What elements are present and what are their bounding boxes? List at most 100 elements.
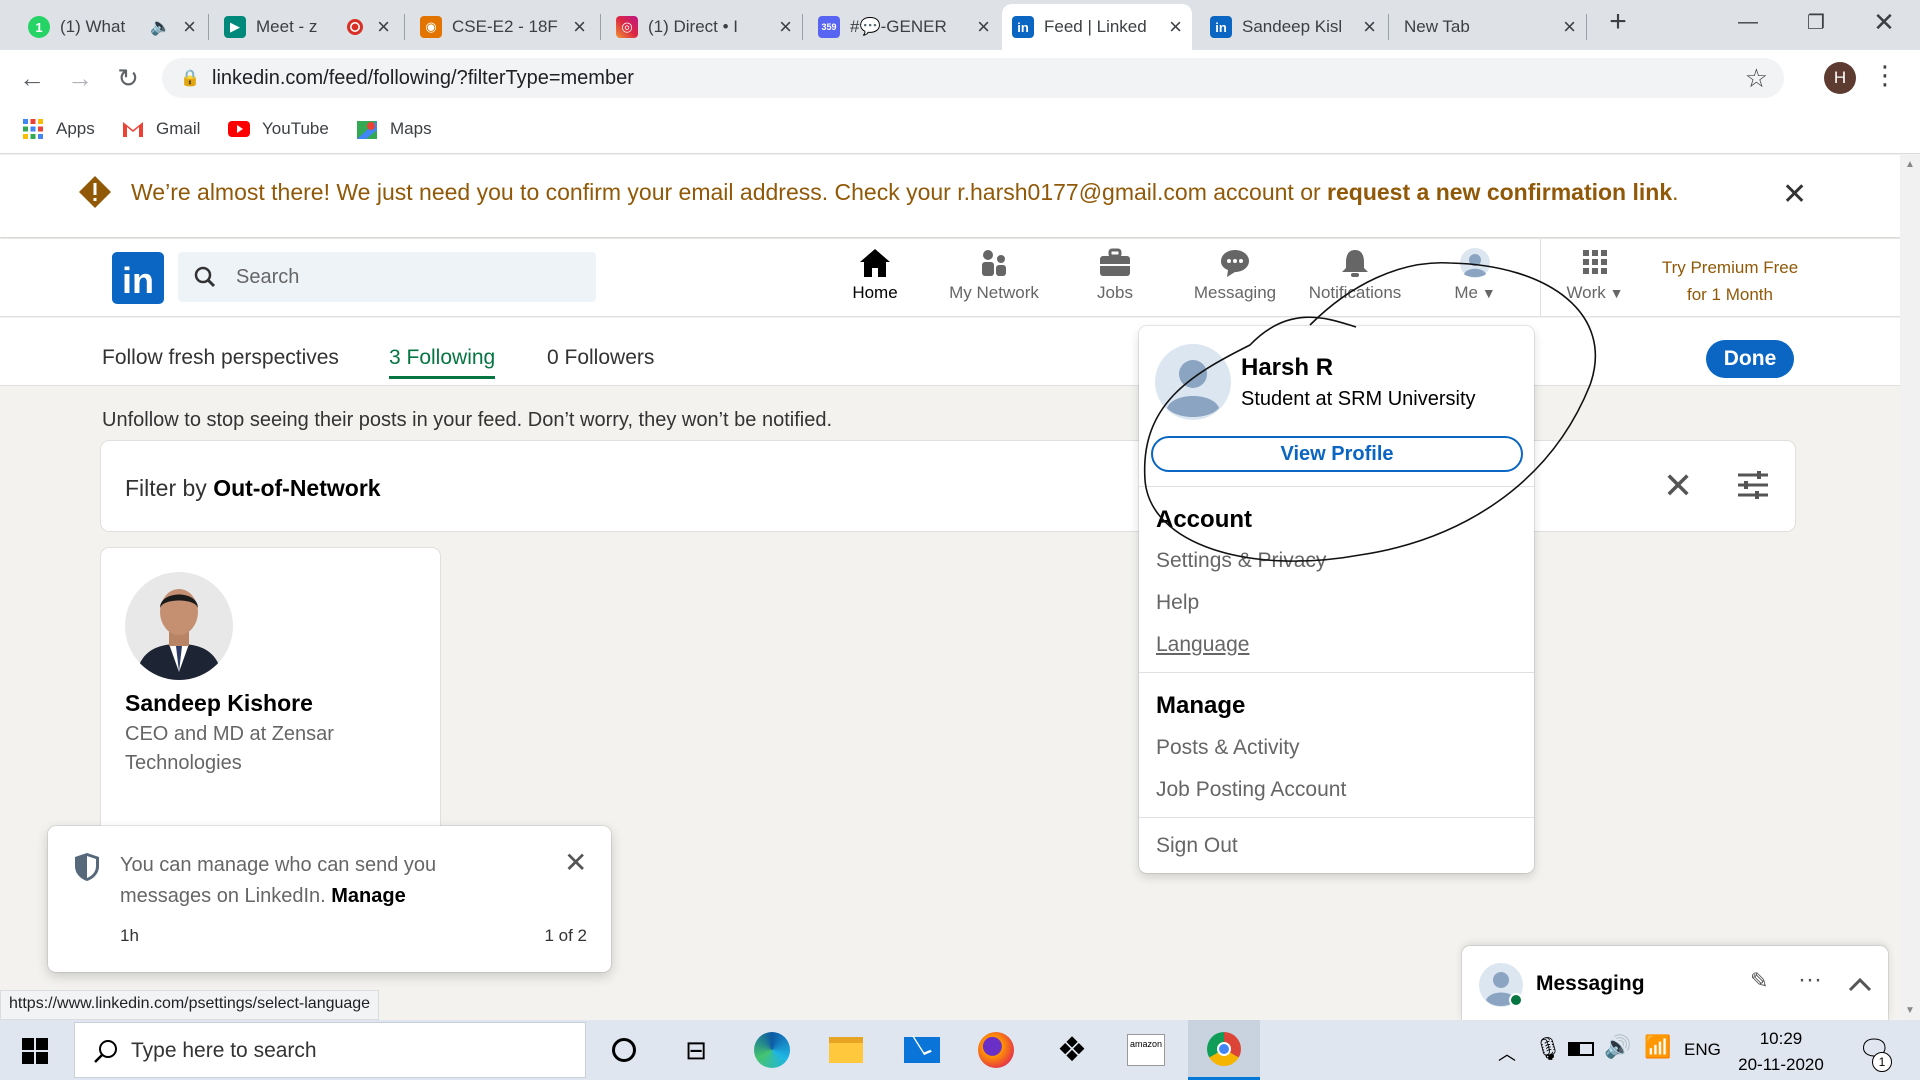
microphone-icon[interactable]: 🎙 — [1534, 1036, 1562, 1062]
bookmark-apps[interactable]: Apps — [22, 118, 95, 140]
close-window-button[interactable]: ✕ — [1854, 0, 1914, 44]
chevron-up-icon[interactable] — [1848, 976, 1872, 992]
manage-link[interactable]: Manage — [331, 885, 405, 907]
menu-help[interactable]: Help — [1156, 591, 1199, 615]
bookmark-gmail[interactable]: Gmail — [122, 118, 200, 140]
dropbox-icon[interactable]: ❖ — [1052, 1030, 1092, 1070]
view-profile-button[interactable]: View Profile — [1151, 436, 1523, 472]
close-tab-icon[interactable]: × — [1363, 14, 1376, 40]
filter-bar: Filter by Out-of-Network ✕ — [101, 441, 1795, 531]
tab-title: Meet - z — [256, 17, 318, 36]
cortana-icon[interactable] — [604, 1030, 644, 1070]
menu-posts-activity[interactable]: Posts & Activity — [1156, 736, 1300, 760]
tab-discord[interactable]: 359 #💬-GENER × — [808, 4, 1000, 50]
tab-classroom[interactable]: ◉ CSE-E2 - 18F × — [410, 4, 596, 50]
bookmark-maps[interactable]: Maps — [356, 118, 432, 140]
close-tab-icon[interactable]: × — [377, 14, 390, 40]
close-tab-icon[interactable]: × — [573, 14, 586, 40]
minimize-button[interactable]: — — [1718, 0, 1778, 44]
taskbar-search-input[interactable]: Type here to search — [74, 1022, 586, 1078]
close-toast-icon[interactable]: ✕ — [564, 846, 587, 879]
close-tab-icon[interactable]: × — [183, 14, 196, 40]
instagram-icon: ◎ — [616, 16, 638, 38]
try-premium-link[interactable]: Try Premium Free for 1 Month — [1650, 254, 1810, 308]
request-confirmation-link[interactable]: request a new confirmation link — [1327, 179, 1672, 205]
browser-menu-icon[interactable]: ⋮ — [1872, 60, 1898, 91]
bookmark-youtube[interactable]: YouTube — [228, 118, 329, 140]
close-tab-icon[interactable]: × — [1563, 14, 1576, 40]
menu-settings-privacy[interactable]: Settings & Privacy — [1156, 549, 1326, 573]
task-view-icon[interactable]: ⊟ — [676, 1030, 716, 1070]
menu-language[interactable]: Language — [1156, 633, 1249, 657]
nav-me[interactable]: Me ▼ — [1420, 247, 1530, 317]
browser-profile-avatar[interactable]: H — [1824, 62, 1856, 94]
volume-icon[interactable]: 🔊 — [1604, 1034, 1631, 1060]
clock[interactable]: 10:29 20-11-2020 — [1726, 1026, 1836, 1078]
nav-my-network[interactable]: My Network — [938, 247, 1050, 317]
tab-followers[interactable]: 0 Followers — [547, 346, 654, 370]
profile-avatar[interactable] — [1155, 344, 1231, 420]
back-arrow-icon[interactable]: ← — [16, 62, 48, 94]
profile-headline: Student at SRM University — [1241, 388, 1476, 410]
wifi-icon[interactable]: 📶 — [1644, 1034, 1671, 1060]
grid-icon — [1583, 250, 1607, 274]
menu-sign-out[interactable]: Sign Out — [1156, 834, 1238, 858]
nav-messaging[interactable]: Messaging — [1180, 247, 1290, 317]
more-options-icon[interactable]: ··· — [1798, 966, 1822, 994]
followed-person-card[interactable]: Sandeep Kishore CEO and MD at Zensar Tec… — [101, 548, 440, 838]
tab-new-tab[interactable]: New Tab × — [1394, 4, 1586, 50]
clear-filter-icon[interactable]: ✕ — [1663, 465, 1693, 507]
notification-count-badge: 1 — [1872, 1052, 1892, 1072]
nav-jobs[interactable]: Jobs — [1060, 247, 1170, 317]
unfollow-hint: Unfollow to stop seeing their posts in y… — [102, 409, 833, 431]
nav-notifications[interactable]: Notifications — [1300, 247, 1410, 317]
menu-job-posting-account[interactable]: Job Posting Account — [1156, 778, 1346, 802]
chevron-up-icon[interactable]: ︿ — [1498, 1040, 1516, 1066]
nav-home[interactable]: Home — [815, 247, 935, 325]
tab-meet[interactable]: ▶ Meet - z × — [214, 4, 400, 50]
done-button[interactable]: Done — [1706, 340, 1794, 378]
tab-linkedin-profile[interactable]: in Sandeep Kisl × — [1200, 4, 1386, 50]
chrome-icon[interactable] — [1188, 1020, 1260, 1080]
toast-pager: 1 of 2 — [544, 926, 587, 945]
firefox-icon[interactable] — [976, 1030, 1016, 1070]
manage-heading: Manage — [1156, 692, 1246, 719]
windows-start-icon[interactable] — [22, 1038, 48, 1064]
amazon-icon[interactable]: amazon — [1126, 1030, 1166, 1070]
tab-instagram[interactable]: ◎ (1) Direct • I × — [606, 4, 802, 50]
edge-icon[interactable] — [752, 1030, 792, 1070]
close-tab-icon[interactable]: × — [779, 14, 792, 40]
search-input[interactable]: Search — [178, 252, 596, 302]
bookmark-label: Maps — [390, 119, 432, 138]
page-scrollbar[interactable]: ▲ ▼ — [1900, 155, 1920, 1020]
linkedin-logo[interactable]: in — [112, 252, 164, 304]
compose-icon[interactable]: ✎ — [1750, 968, 1768, 994]
reload-icon[interactable]: ↻ — [112, 62, 144, 94]
messaging-dock[interactable]: Messaging ✎ ··· — [1462, 946, 1888, 1020]
battery-icon[interactable] — [1568, 1042, 1594, 1056]
speaker-icon: 🔈 — [149, 17, 172, 36]
nav-work[interactable]: Work ▼ — [1540, 247, 1650, 317]
restore-button[interactable]: ❐ — [1786, 0, 1846, 44]
file-explorer-icon[interactable] — [826, 1030, 866, 1070]
network-icon — [982, 250, 1006, 276]
close-tab-icon[interactable]: × — [977, 14, 990, 40]
filter-settings-icon[interactable] — [1737, 471, 1769, 499]
tab-whatsapp[interactable]: 1 (1) What 🔈 × — [18, 4, 206, 50]
mail-icon[interactable] — [902, 1030, 942, 1070]
language-indicator[interactable]: ENG — [1684, 1040, 1721, 1060]
close-tab-icon[interactable]: × — [1169, 14, 1182, 40]
star-icon[interactable]: ☆ — [1745, 63, 1768, 94]
tab-linkedin-feed[interactable]: in Feed | Linked × — [1002, 4, 1192, 50]
person-name[interactable]: Sandeep Kishore — [125, 690, 313, 717]
tab-title: New Tab — [1404, 17, 1470, 36]
new-tab-button[interactable]: + — [1588, 0, 1648, 44]
omnibox[interactable]: 🔒 linkedin.com/feed/following/?filterTyp… — [162, 58, 1784, 98]
gmail-icon — [123, 122, 143, 137]
url-text[interactable]: linkedin.com/feed/following/?filterType=… — [212, 67, 634, 90]
following-subnav: Follow fresh perspectives 3 Following 0 … — [0, 318, 1900, 386]
close-banner-icon[interactable]: ✕ — [1782, 177, 1807, 212]
forward-arrow-icon[interactable]: → — [64, 62, 96, 94]
tab-following[interactable]: 3 Following — [389, 346, 496, 379]
tab-follow-fresh-perspectives[interactable]: Follow fresh perspectives — [102, 346, 339, 370]
